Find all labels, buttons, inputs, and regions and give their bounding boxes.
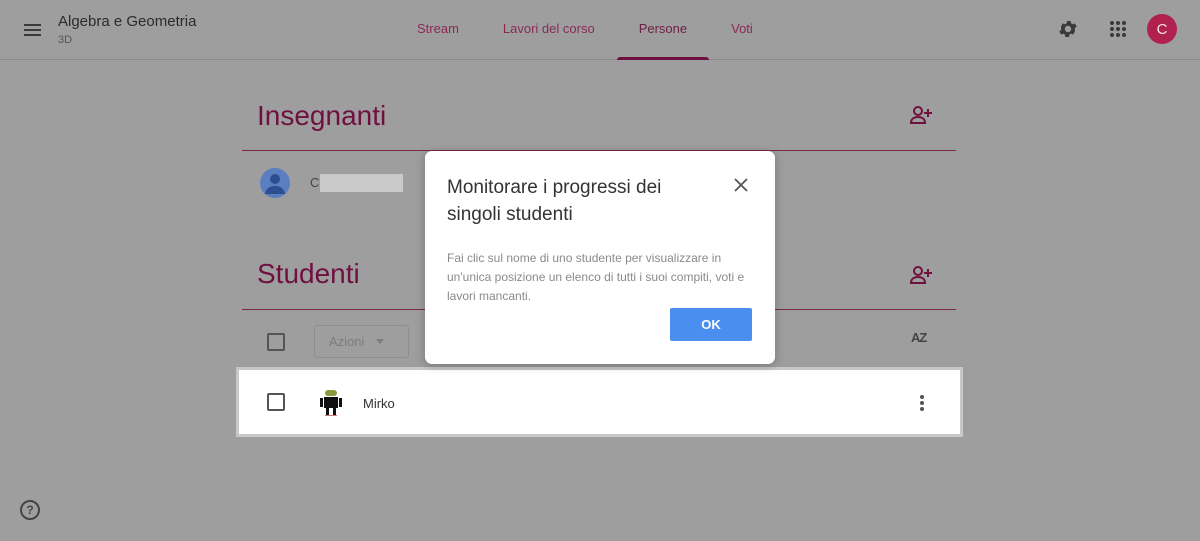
add-student-icon[interactable] [909,265,934,285]
info-dialog: Monitorare i progressi dei singoli stude… [425,151,775,364]
tab-grades[interactable]: Voti [709,0,775,60]
sort-az-icon[interactable]: AZ [911,330,927,345]
student-row[interactable]: Mirko [236,367,963,437]
robot-avatar-icon [319,389,343,417]
dialog-body: Fai clic sul nome di uno studente per vi… [447,251,745,303]
class-section: 3D [58,34,73,46]
more-options-icon[interactable] [917,394,927,414]
account-avatar[interactable]: C [1147,14,1177,44]
ok-button[interactable]: OK [670,308,752,341]
tab-bar: Stream Lavori del corso Persone Voti [395,0,775,60]
close-icon[interactable] [731,175,751,195]
apps-grid-icon[interactable] [1105,16,1131,42]
teacher-avatar [260,168,290,198]
class-title[interactable]: Algebra e Geometria [58,13,196,30]
tab-people[interactable]: Persone [616,0,710,60]
tab-stream[interactable]: Stream [395,0,481,60]
dialog-title: Monitorare i progressi dei singoli stude… [447,177,662,225]
select-all-checkbox[interactable] [267,333,285,351]
chevron-down-icon [376,339,385,344]
actions-dropdown[interactable]: Azioni [314,325,409,358]
teacher-name[interactable]: C [310,175,319,190]
students-heading: Studenti [257,258,360,289]
top-bar: Algebra e Geometria 3D Stream Lavori del… [0,0,1200,60]
redacted-teacher-name [320,174,403,192]
tab-coursework[interactable]: Lavori del corso [481,0,617,60]
settings-gear-icon[interactable] [1055,16,1081,42]
student-name[interactable]: Mirko [363,396,395,411]
add-teacher-icon[interactable] [909,105,934,125]
menu-icon[interactable] [18,16,46,44]
student-checkbox[interactable] [267,393,285,411]
actions-label: Azioni [329,334,365,349]
teachers-heading: Insegnanti [257,100,387,131]
help-icon[interactable]: ? [20,500,40,520]
